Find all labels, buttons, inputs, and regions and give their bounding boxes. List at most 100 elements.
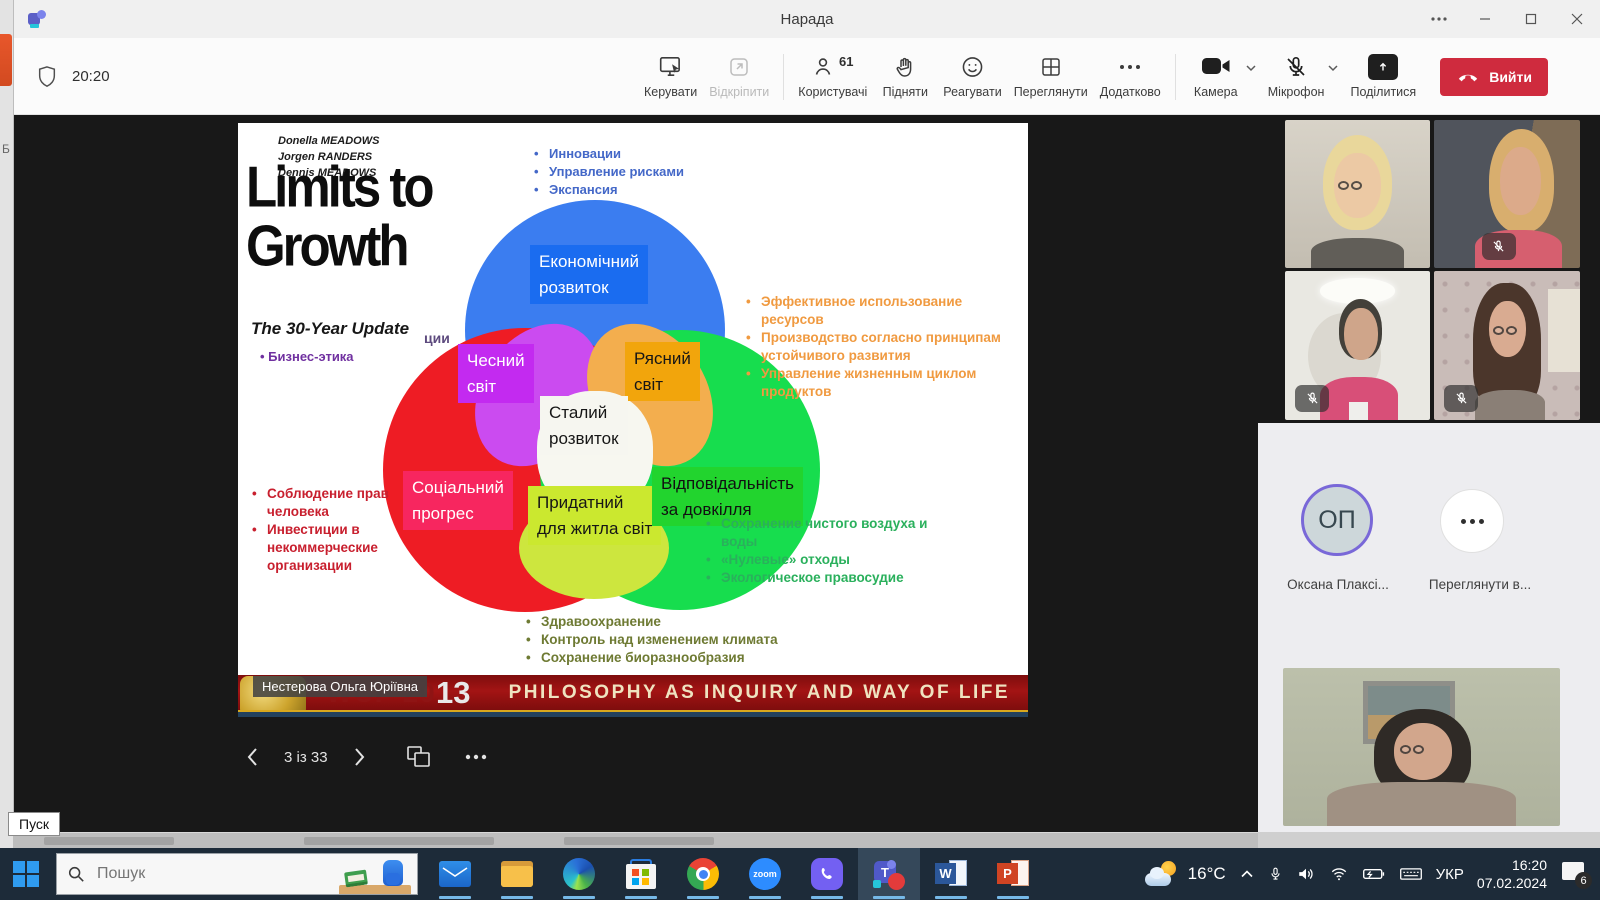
ellipsis-icon bbox=[1119, 64, 1141, 70]
background-app-icon bbox=[0, 34, 12, 86]
nav-more-icon[interactable] bbox=[464, 754, 488, 760]
text-fragment: ции bbox=[424, 330, 450, 346]
language-indicator[interactable]: УКР bbox=[1436, 866, 1464, 883]
book-title: Limits to Growth bbox=[246, 157, 432, 276]
shield-icon bbox=[36, 65, 58, 89]
video-tile-participant-5[interactable] bbox=[1283, 668, 1560, 826]
taskbar-viber-icon[interactable] bbox=[796, 848, 858, 900]
venn-label-sustainable: Сталийрозвиток bbox=[540, 396, 628, 455]
avatar-initials: ОП bbox=[1318, 506, 1355, 535]
minimize-button[interactable] bbox=[1462, 0, 1508, 38]
participant-face bbox=[1500, 147, 1541, 215]
bullet-list-blue: Инновации Управление рисками Экспансия bbox=[532, 145, 752, 199]
bullet-list-green: Сохранение чистого воздуха и воды «Нулев… bbox=[704, 515, 946, 587]
tray-wifi-icon[interactable] bbox=[1329, 865, 1349, 883]
taskbar-word-icon[interactable]: W bbox=[920, 848, 982, 900]
camera-options-chevron[interactable] bbox=[1242, 55, 1260, 81]
participant-name-label: Оксана Плаксі... bbox=[1258, 577, 1418, 592]
popout-icon bbox=[727, 54, 751, 80]
titlebar-more-icon[interactable] bbox=[1416, 0, 1462, 38]
slide-grid-icon[interactable] bbox=[406, 745, 432, 769]
video-tile-participant-1[interactable] bbox=[1285, 120, 1430, 268]
leave-button[interactable]: Вийти bbox=[1440, 58, 1548, 96]
participant-avatar-op[interactable]: ОП bbox=[1301, 484, 1373, 556]
mic-muted-icon bbox=[1284, 54, 1308, 80]
slide-navigation: 3 із 33 bbox=[246, 737, 488, 777]
video-tile-participant-2[interactable] bbox=[1434, 120, 1580, 268]
participant-body bbox=[1327, 782, 1515, 826]
unpin-button[interactable]: Відкріпити bbox=[703, 50, 775, 103]
banner-wcp-visible: 13 bbox=[436, 675, 470, 711]
start-tooltip: Пуск bbox=[8, 812, 60, 836]
tray-chevron-icon[interactable] bbox=[1239, 866, 1255, 882]
participants-button[interactable]: 61 Користувачі bbox=[792, 50, 873, 103]
mic-options-chevron[interactable] bbox=[1324, 55, 1342, 81]
taskbar-mail-icon[interactable] bbox=[424, 848, 486, 900]
banner-navy-line bbox=[238, 712, 1028, 717]
meeting-toolbar: 20:20 Керувати Відкріпити 61 Користувачі… bbox=[14, 38, 1600, 115]
view-button[interactable]: Переглянути bbox=[1008, 50, 1094, 103]
tray-volume-icon[interactable] bbox=[1296, 865, 1316, 883]
hangup-icon bbox=[1456, 71, 1480, 82]
previous-slide-button[interactable] bbox=[246, 747, 258, 767]
taskbar-zoom-icon[interactable]: zoom bbox=[734, 848, 796, 900]
background-app-letter: Б bbox=[2, 142, 10, 156]
camera-button[interactable]: Камера bbox=[1184, 50, 1248, 103]
more-actions-button[interactable]: Додатково bbox=[1094, 50, 1167, 103]
raise-hand-button[interactable]: Підняти bbox=[873, 50, 937, 103]
banner-title: PHILOSOPHY AS INQUIRY AND WAY OF LIFE bbox=[509, 682, 1010, 704]
venn-label-livable: Придатнийдля житла світ bbox=[528, 486, 661, 545]
video-tile-participant-4[interactable] bbox=[1434, 271, 1580, 420]
start-button[interactable] bbox=[13, 861, 39, 887]
clock[interactable]: 16:20 07.02.2024 bbox=[1477, 856, 1547, 892]
manage-button[interactable]: Керувати bbox=[638, 50, 703, 103]
participant-face bbox=[1344, 308, 1377, 360]
notification-badge: 6 bbox=[1575, 872, 1592, 889]
window-title: Нарада bbox=[14, 11, 1600, 28]
participant-body bbox=[1475, 390, 1545, 420]
next-slide-button[interactable] bbox=[354, 747, 366, 767]
slide-position: 3 із 33 bbox=[284, 749, 328, 766]
microphone-button[interactable]: Мікрофон bbox=[1262, 50, 1331, 103]
weather-icon bbox=[1145, 861, 1179, 887]
close-button[interactable] bbox=[1554, 0, 1600, 38]
camera-icon bbox=[1201, 54, 1231, 78]
react-button[interactable]: Реагувати bbox=[937, 50, 1007, 103]
meeting-timer: 20:20 bbox=[72, 68, 110, 85]
bullet-list-olive: Здравоохранение Контроль над изменением … bbox=[524, 613, 804, 668]
book-subtitle: The 30-Year Update bbox=[251, 319, 409, 339]
tray-battery-icon[interactable] bbox=[1362, 865, 1386, 883]
teams-meeting-window: Б Нарада 20:20 Керувати Відкріпити bbox=[0, 0, 1600, 900]
bullet-list-orange: Эффективное использование ресурсов Произ… bbox=[744, 293, 1016, 401]
maximize-button[interactable] bbox=[1508, 0, 1554, 38]
tray-keyboard-icon[interactable] bbox=[1399, 865, 1423, 883]
taskbar-powerpoint-icon[interactable]: P bbox=[982, 848, 1044, 900]
time: 16:20 bbox=[1477, 856, 1547, 874]
venn-label-honest: Чеснийсвіт bbox=[458, 344, 534, 403]
video-tile-participant-3[interactable] bbox=[1285, 271, 1430, 420]
overflow-participants-button[interactable] bbox=[1440, 489, 1504, 553]
meeting-stage: Donella MEADOWS Jorgen RANDERS Dennis ME… bbox=[14, 115, 1600, 832]
taskbar-weather[interactable]: 16°C bbox=[1145, 861, 1226, 887]
taskbar-chrome-icon[interactable] bbox=[672, 848, 734, 900]
weather-temp: 16°C bbox=[1188, 864, 1226, 884]
taskbar-store-icon[interactable] bbox=[610, 848, 672, 900]
mic-muted-icon bbox=[1444, 385, 1478, 412]
date: 07.02.2024 bbox=[1477, 874, 1547, 892]
notification-center-icon[interactable]: 6 bbox=[1560, 859, 1590, 889]
hand-icon bbox=[893, 54, 917, 80]
background-window-strip bbox=[14, 832, 1258, 848]
participant-body bbox=[1311, 238, 1404, 268]
taskbar-teams-icon[interactable]: T bbox=[858, 848, 920, 900]
search-input[interactable] bbox=[97, 865, 297, 883]
share-button[interactable]: Поділитися bbox=[1344, 50, 1422, 103]
tray-mic-icon[interactable] bbox=[1268, 865, 1283, 883]
participants-count: 61 bbox=[839, 54, 853, 69]
window-titlebar: Нарада bbox=[14, 0, 1600, 38]
taskbar-edge-icon[interactable] bbox=[548, 848, 610, 900]
taskbar-search[interactable] bbox=[56, 853, 418, 895]
taskbar-explorer-icon[interactable] bbox=[486, 848, 548, 900]
window-light bbox=[1548, 289, 1580, 372]
participant-shirt bbox=[1349, 402, 1368, 420]
share-arrow-icon bbox=[1376, 60, 1390, 74]
